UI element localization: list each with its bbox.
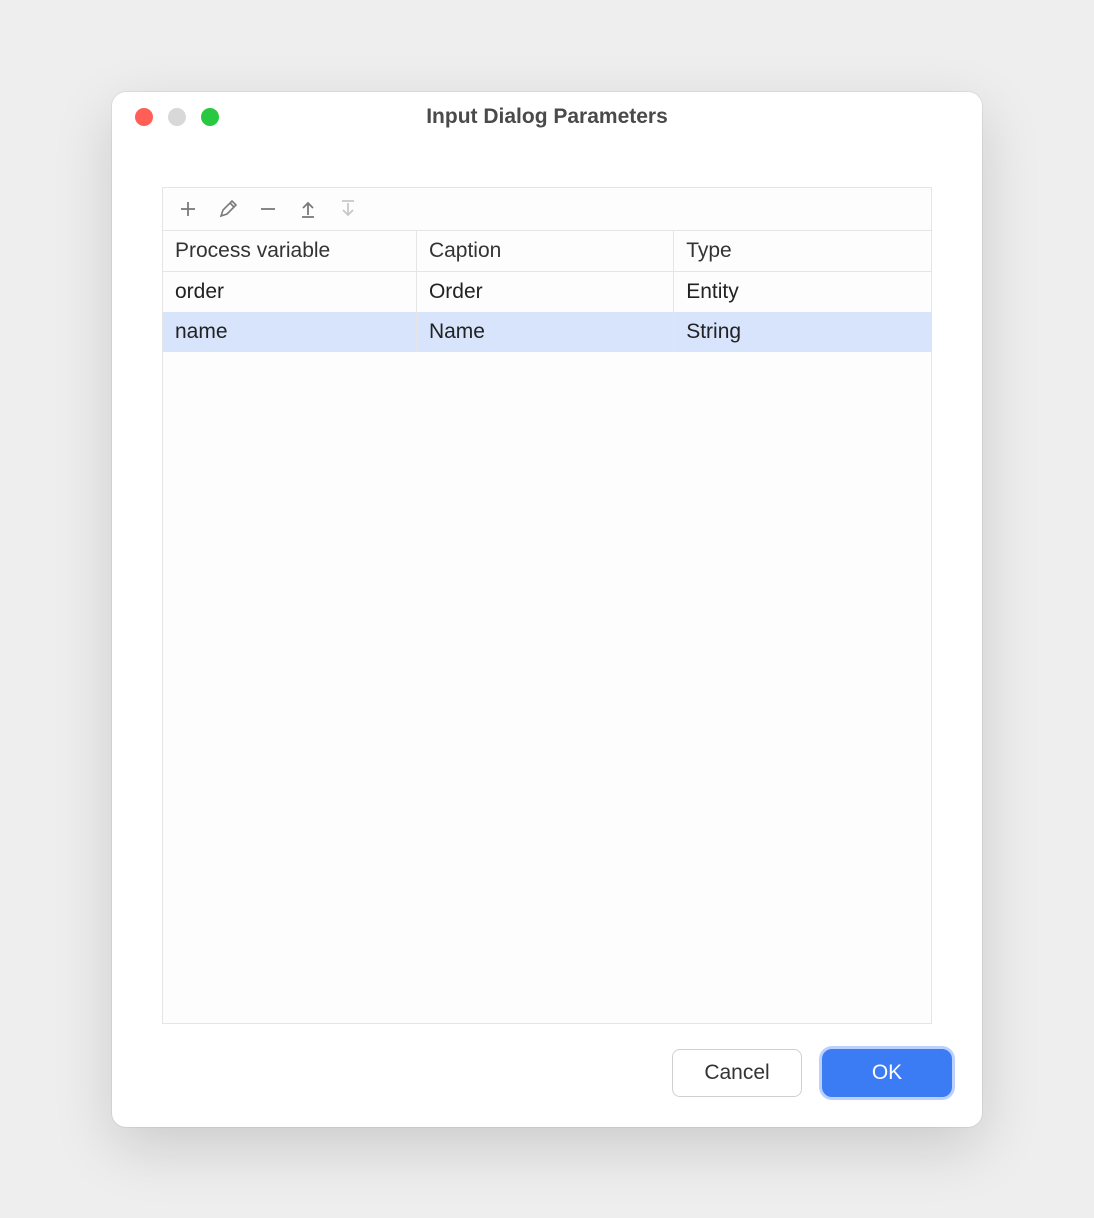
move-up-button[interactable] [297, 198, 319, 220]
panel: Process variable Caption Type order Orde… [162, 187, 932, 1024]
cell-process-variable: order [163, 271, 416, 312]
arrow-up-icon [298, 199, 318, 219]
header-process-variable[interactable]: Process variable [163, 231, 416, 272]
cell-type: String [674, 312, 931, 352]
table-header-row: Process variable Caption Type [163, 231, 931, 272]
header-caption[interactable]: Caption [416, 231, 673, 272]
zoom-window-button[interactable] [201, 108, 219, 126]
arrow-down-icon [338, 199, 358, 219]
dialog-window: Input Dialog Parameters [112, 92, 982, 1127]
table-row[interactable]: order Order Entity [163, 271, 931, 312]
plus-icon [178, 199, 198, 219]
cell-process-variable: name [163, 312, 416, 352]
window-title: Input Dialog Parameters [112, 105, 982, 129]
ok-button[interactable]: OK [822, 1049, 952, 1097]
remove-button[interactable] [257, 198, 279, 220]
minus-icon [258, 199, 278, 219]
cancel-button[interactable]: Cancel [672, 1049, 802, 1097]
content-area: Process variable Caption Type order Orde… [112, 142, 982, 1024]
minimize-window-button[interactable] [168, 108, 186, 126]
traffic-lights [112, 108, 219, 126]
edit-button[interactable] [217, 198, 239, 220]
toolbar [163, 188, 931, 231]
header-type[interactable]: Type [674, 231, 931, 272]
add-button[interactable] [177, 198, 199, 220]
table-row[interactable]: name Name String [163, 312, 931, 352]
title-bar: Input Dialog Parameters [112, 92, 982, 142]
cell-caption: Order [416, 271, 673, 312]
move-down-button[interactable] [337, 198, 359, 220]
pencil-icon [218, 199, 238, 219]
table-container: Process variable Caption Type order Orde… [163, 231, 931, 1023]
dialog-footer: Cancel OK [112, 1024, 982, 1127]
close-window-button[interactable] [135, 108, 153, 126]
cell-caption: Name [416, 312, 673, 352]
parameters-table[interactable]: Process variable Caption Type order Orde… [163, 231, 931, 352]
cell-type: Entity [674, 271, 931, 312]
